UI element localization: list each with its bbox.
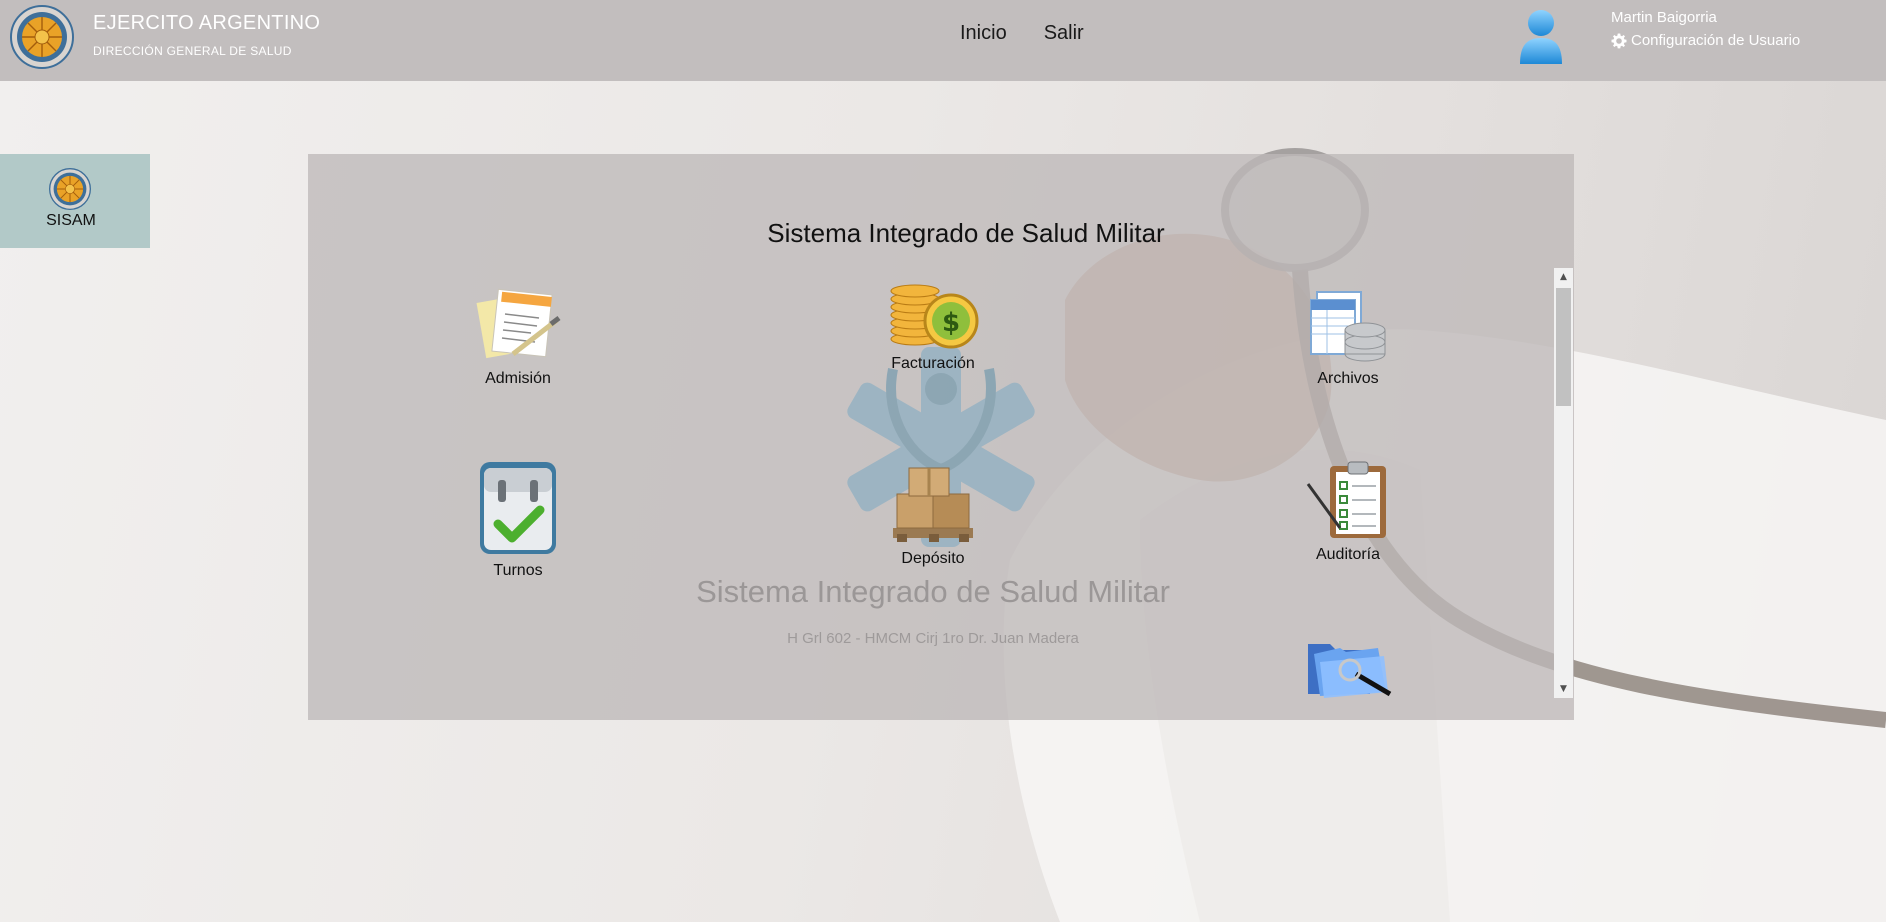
org-subtitle: DIRECCIÓN GENERAL DE SALUD: [93, 44, 292, 58]
module-deposito-label: Depósito: [901, 550, 965, 567]
module-archivos-label: Archivos: [1317, 370, 1379, 387]
panel-scrollbar[interactable]: ▲ ▼: [1554, 268, 1573, 698]
user-config-link[interactable]: Configuración de Usuario: [1611, 32, 1800, 49]
sidebar-item-label: SISAM: [46, 212, 96, 229]
module-facturacion-label: Facturación: [891, 355, 975, 372]
module-auditoria-label: Auditoría: [1315, 546, 1381, 563]
nav-salir-link[interactable]: Salir: [1044, 22, 1084, 45]
documents-pen-icon: [476, 288, 561, 359]
module-deposito-button[interactable]: Depósito: [873, 464, 993, 568]
module-turnos-button[interactable]: Turnos: [458, 460, 578, 580]
user-config-label: Configuración de Usuario: [1631, 32, 1801, 49]
top-header: EJERCITO ARGENTINO DIRECCIÓN GENERAL DE …: [0, 0, 1886, 81]
coins-dollar-icon: $: [890, 284, 979, 349]
module-facturacion-button[interactable]: $ Facturación: [873, 279, 993, 373]
scroll-down-arrow-icon[interactable]: ▼: [1554, 680, 1573, 698]
user-avatar-icon[interactable]: [1518, 8, 1564, 64]
scroll-thumb[interactable]: [1556, 288, 1571, 406]
module-archivos-button[interactable]: Archivos: [1288, 284, 1408, 388]
page-title: Sistema Integrado de Salud Militar: [767, 218, 1165, 248]
nav-inicio-link[interactable]: Inicio: [960, 22, 1007, 45]
module-admision-label: Admisión: [485, 370, 551, 387]
module-auditoria-button[interactable]: Auditoría: [1288, 460, 1408, 564]
user-name: Martin Baigorria: [1611, 9, 1717, 26]
main-nav: Inicio Salir: [960, 22, 1084, 45]
files-database-icon: [1310, 291, 1386, 362]
clipboard-checklist-icon: [1306, 461, 1386, 538]
boxes-pallet-icon: [893, 467, 973, 542]
army-emblem-logo: [49, 168, 91, 210]
svg-text:$: $: [942, 308, 960, 338]
main-panel: Sistema Integrado de Salud Militar Admis…: [308, 154, 1574, 720]
sidebar-item-sisam[interactable]: SISAM: [0, 154, 150, 248]
army-emblem-logo: [10, 5, 74, 69]
calendar-check-icon: [480, 462, 556, 554]
gear-icon: [1611, 33, 1627, 48]
watermark-title: Sistema Integrado de Salud Militar: [696, 574, 1170, 609]
scroll-up-arrow-icon[interactable]: ▲: [1554, 268, 1573, 286]
module-admision-button[interactable]: Admisión: [458, 284, 578, 388]
watermark-subtitle: H Grl 602 - HMCM Cirj 1ro Dr. Juan Mader…: [787, 630, 1079, 647]
org-title: EJERCITO ARGENTINO: [93, 12, 321, 34]
